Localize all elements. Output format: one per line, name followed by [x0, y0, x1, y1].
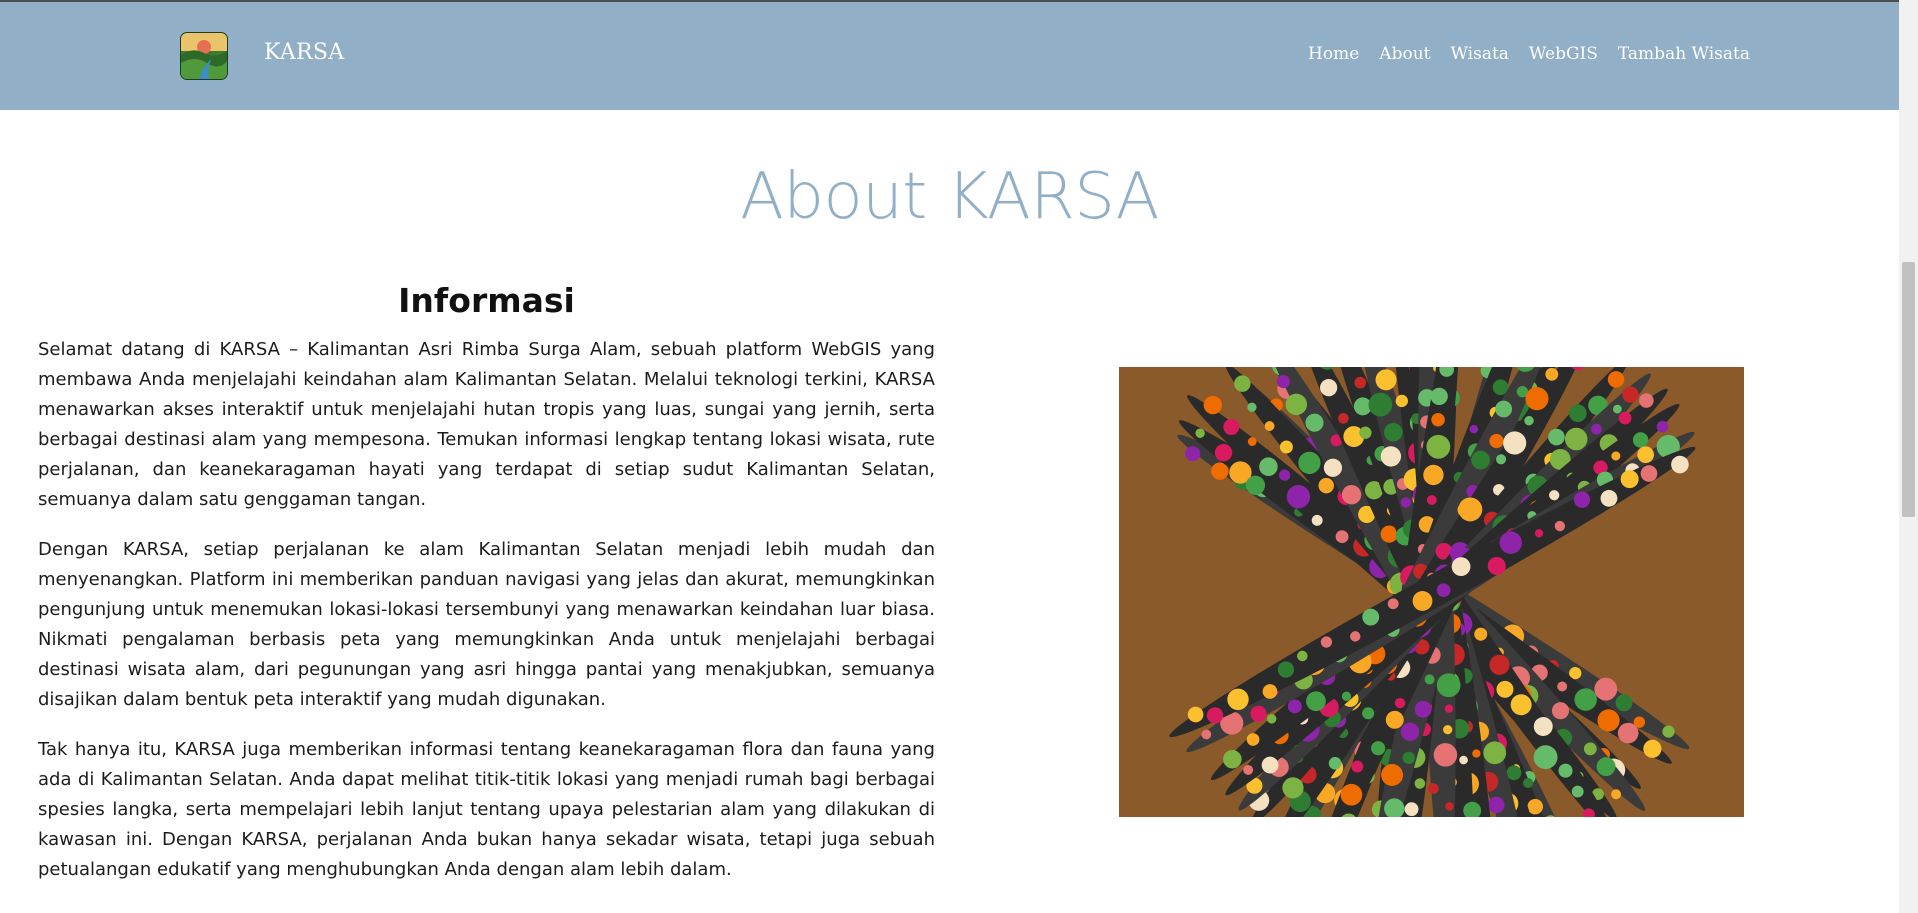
page-scrollbar[interactable] [1899, 0, 1918, 913]
info-paragraph-3: Tak hanya itu, KARSA juga memberikan inf… [38, 739, 935, 880]
main-nav: Home About Wisata WebGIS Tambah Wisata [1308, 44, 1750, 64]
info-paragraph-2: Dengan KARSA, setiap perjalanan ke alam … [38, 539, 935, 710]
info-text: Selamat datang di KARSA – Kalimantan Asr… [38, 335, 935, 905]
brand-name[interactable]: KARSA [264, 40, 344, 65]
karsa-logo[interactable] [181, 33, 227, 79]
page-title: About KARSA [740, 160, 1159, 234]
info-paragraph-1: Selamat datang di KARSA – Kalimantan Asr… [38, 339, 935, 510]
scrollbar-thumb[interactable] [1902, 262, 1915, 517]
nav-wisata[interactable]: Wisata [1450, 44, 1508, 64]
nav-webgis[interactable]: WebGIS [1529, 44, 1598, 64]
info-heading: Informasi [398, 281, 575, 320]
nav-about[interactable]: About [1379, 44, 1430, 64]
floating-market-photo [1119, 367, 1744, 817]
navbar: KARSA Home About Wisata WebGIS Tambah Wi… [0, 2, 1899, 110]
nav-tambah-wisata[interactable]: Tambah Wisata [1618, 44, 1750, 64]
nav-home[interactable]: Home [1308, 44, 1359, 64]
